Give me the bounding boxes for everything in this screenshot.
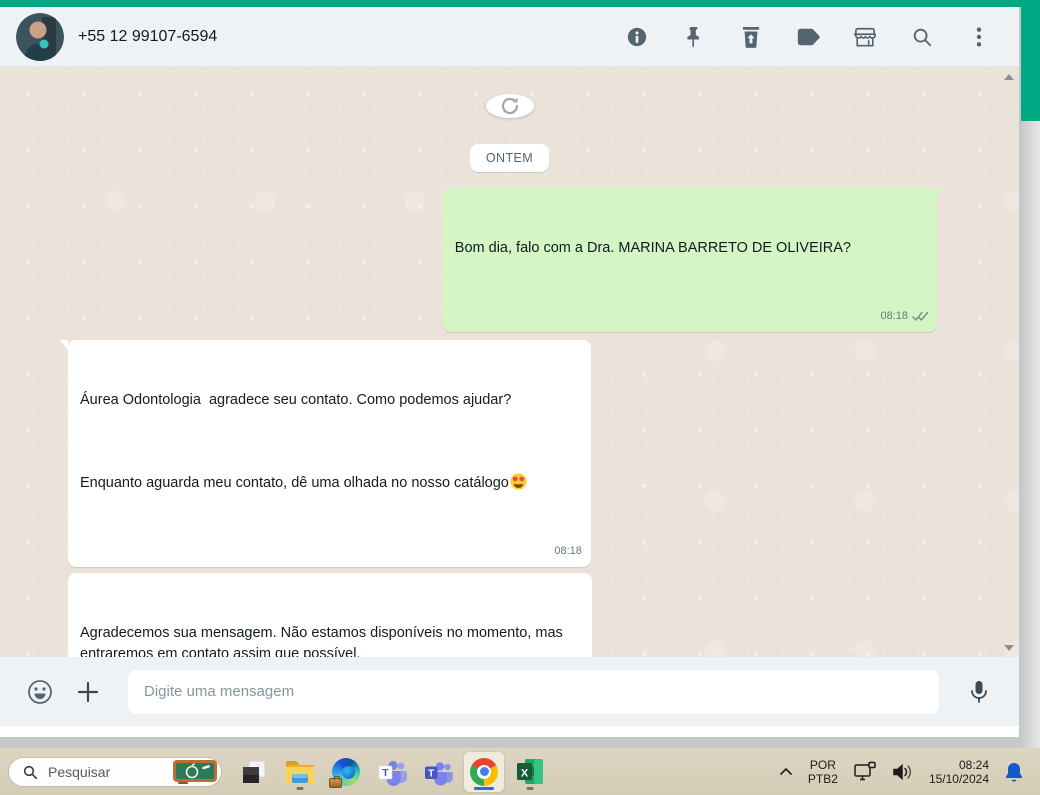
app-teams[interactable]: T (418, 752, 458, 792)
teal-right-strip (1021, 0, 1040, 121)
windows-taskbar: Pesquisar T T X POR PTB2 08:24 15/10/202… (0, 748, 1040, 795)
avatar-photo (16, 12, 64, 61)
message-text: Agradecemos sua mensagem. Não estamos di… (80, 625, 563, 657)
app-chrome[interactable] (464, 751, 504, 792)
message-meta: 08:18 (880, 306, 928, 327)
search-icon[interactable] (910, 25, 934, 49)
chat-area: ONTEM Bom dia, falo com a Dra. MARINA BA… (0, 66, 1019, 657)
message-composer (0, 657, 1019, 726)
svg-text:T: T (382, 767, 389, 779)
message-line1: Áurea Odontologia agradece seu contato. … (80, 392, 512, 408)
storefront-icon[interactable] (853, 25, 877, 49)
double-check-icon (912, 311, 928, 322)
keyboard-layout: PTB2 (807, 771, 838, 786)
chrome-icon (470, 757, 498, 786)
app-edge-work-profile[interactable] (326, 752, 366, 792)
message-time: 08:18 (554, 545, 582, 557)
speaker-icon[interactable] (892, 763, 914, 781)
screen: +55 12 99107-6594 ONTEM Bom dia, falo co… (0, 0, 1040, 795)
microphone-icon[interactable] (965, 678, 993, 706)
plus-attach-icon[interactable] (74, 678, 102, 706)
desktop-edge (1019, 121, 1040, 748)
message-line2: Enquanto aguarda meu contato, dê uma olh… (80, 473, 527, 494)
scrollbar-up-arrow[interactable] (1004, 74, 1014, 80)
app-file-explorer[interactable] (280, 752, 320, 792)
search-placeholder: Pesquisar (48, 763, 111, 780)
work-badge-icon (329, 775, 342, 788)
chalkboard-apple-doodle (173, 759, 217, 784)
language-code: POR (809, 757, 836, 772)
trash-archive-icon[interactable] (739, 25, 763, 49)
header-actions (625, 25, 991, 49)
label-icon[interactable] (796, 25, 820, 49)
refresh-icon (501, 97, 518, 115)
monitor-plug-icon[interactable] (853, 761, 877, 783)
language-indicator[interactable]: POR PTB2 (808, 758, 838, 786)
message-time: 08:18 (880, 310, 908, 322)
chat-header: +55 12 99107-6594 (0, 7, 1019, 66)
whatsapp-window: +55 12 99107-6594 ONTEM Bom dia, falo co… (0, 7, 1019, 737)
message-meta: 08:18 (554, 541, 582, 562)
heart-eyes-emoji (510, 473, 527, 490)
contact-avatar[interactable] (16, 12, 64, 61)
message-text: Bom dia, falo com a Dra. MARINA BARRETO … (454, 240, 851, 256)
scrollbar-down-arrow[interactable] (1004, 645, 1014, 651)
app-teams-classic[interactable]: T (372, 752, 412, 792)
running-indicator (526, 786, 534, 790)
date-separator-yesterday: ONTEM (469, 144, 550, 172)
tray-date: 15/10/2024 (928, 771, 989, 786)
emoji-smiley-icon[interactable] (26, 678, 54, 706)
taskbar-apps: T T X (234, 751, 550, 792)
message-incoming[interactable]: Agradecemos sua mensagem. Não estamos di… (68, 573, 592, 657)
app-excel[interactable]: X (510, 752, 550, 792)
clock[interactable]: 08:24 15/10/2024 (929, 758, 989, 786)
system-tray: POR PTB2 08:24 15/10/2024 (779, 758, 1030, 786)
svg-text:T: T (428, 768, 434, 779)
message-input[interactable] (128, 669, 939, 714)
svg-text:X: X (521, 768, 529, 780)
active-indicator (474, 786, 494, 790)
info-icon[interactable] (625, 25, 649, 49)
message-incoming[interactable]: Áurea Odontologia agradece seu contato. … (60, 340, 591, 567)
notification-bell-icon[interactable] (1004, 761, 1024, 783)
taskbar-search[interactable]: Pesquisar (8, 756, 222, 787)
load-more-button[interactable] (485, 94, 534, 118)
contact-phone-title[interactable]: +55 12 99107-6594 (78, 28, 217, 46)
message-outgoing[interactable]: Bom dia, falo com a Dra. MARINA BARRETO … (442, 188, 946, 332)
kebab-menu-icon[interactable] (967, 25, 991, 49)
chevron-up-icon[interactable] (779, 767, 793, 776)
running-indicator (296, 786, 304, 790)
app-stacked-squares[interactable] (234, 752, 274, 792)
tray-time: 08:24 (958, 757, 989, 772)
edge-icon (329, 757, 360, 788)
teal-top-strip (0, 0, 1040, 7)
search-icon (23, 765, 38, 779)
pin-icon[interactable] (682, 25, 706, 49)
